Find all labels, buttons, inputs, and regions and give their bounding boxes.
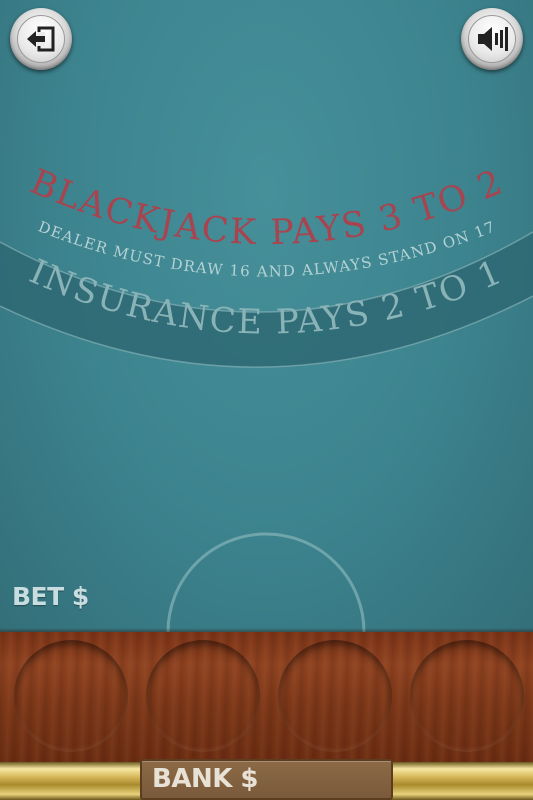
table-markings: BLACKJACK PAYS 3 TO 2 DEALER MUST DRAW 1… xyxy=(0,162,533,632)
bet-circle[interactable] xyxy=(166,532,366,632)
chip-slot-3[interactable] xyxy=(278,640,392,752)
back-button[interactable] xyxy=(10,8,72,70)
chip-slot-2[interactable] xyxy=(146,640,260,752)
speaker-icon xyxy=(478,27,508,51)
bet-label: BET $ xyxy=(12,582,89,611)
bank-label: BANK $ xyxy=(152,764,259,794)
chip-slot-4[interactable] xyxy=(410,640,524,752)
exit-arrow-icon xyxy=(27,26,55,52)
bank-display: BANK $ xyxy=(140,759,393,800)
sound-button[interactable] xyxy=(461,8,523,70)
chip-slot-1[interactable] xyxy=(14,640,128,752)
